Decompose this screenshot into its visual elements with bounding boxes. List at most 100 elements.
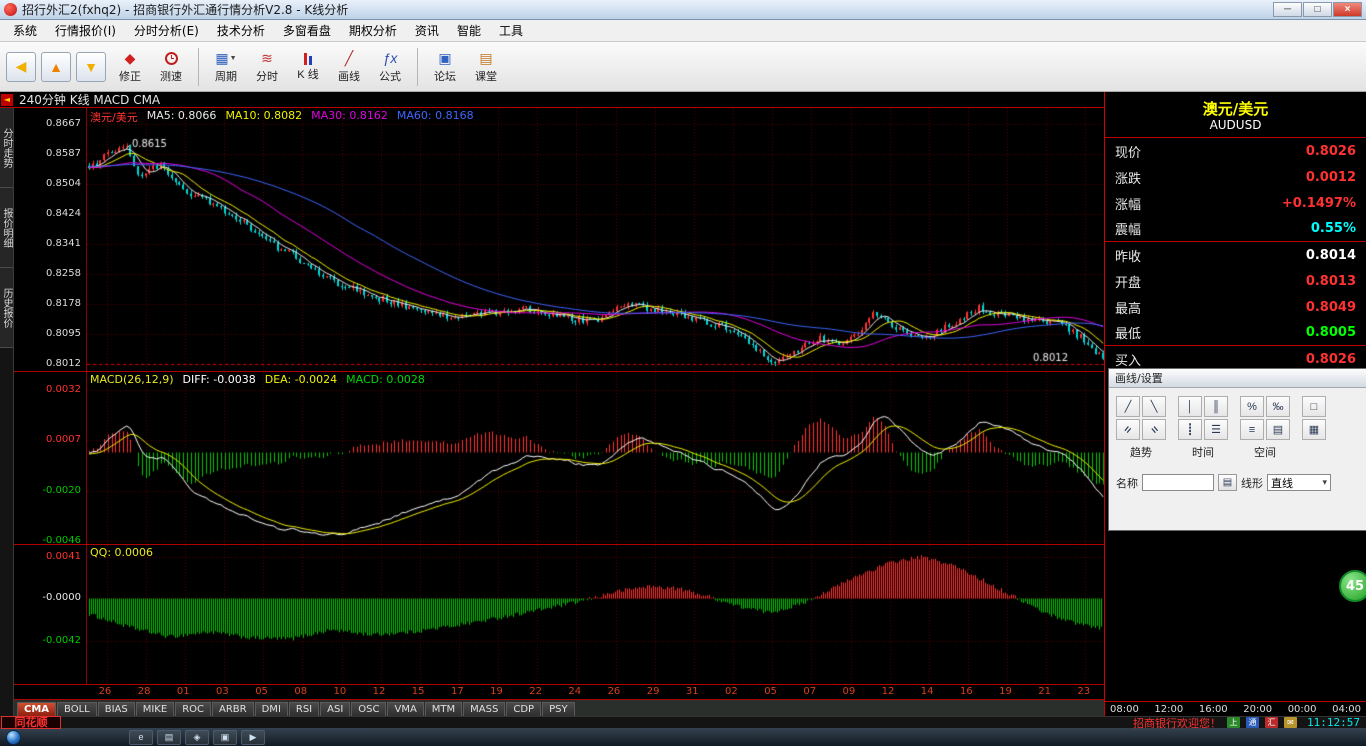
side-tab-history-quotes[interactable]: 历史报价: [0, 268, 13, 348]
time-label: 16:00: [1198, 703, 1228, 715]
y-axis-label: 0.0007: [46, 434, 81, 446]
percent-retrace-tool[interactable]: %: [1240, 396, 1264, 417]
indicator-tab-psy[interactable]: PSY: [542, 702, 575, 716]
indicator-tab-mass[interactable]: MASS: [463, 702, 506, 716]
taskbar-app-4[interactable]: ▣: [213, 729, 237, 745]
indicator-tab-arbr[interactable]: ARBR: [212, 702, 254, 716]
symbol-label: 澳元/美元: [90, 111, 138, 124]
taskbar-app-3[interactable]: ◈: [185, 729, 209, 745]
quote-value-prev-close: 0.8014: [1305, 247, 1356, 263]
menu-tools[interactable]: 工具: [490, 20, 532, 41]
trend-tools-group: ╱ ╲ = = 趋势: [1116, 396, 1166, 460]
menu-options-analysis[interactable]: 期权分析: [340, 20, 406, 41]
classroom-button[interactable]: ▤ 课堂: [467, 45, 505, 89]
menu-intraday-analysis[interactable]: 分时分析(E): [125, 20, 208, 41]
x-axis-label: 05: [764, 686, 777, 697]
period-button[interactable]: ▦ ▼ 周期: [207, 45, 245, 89]
trend-line-down-tool[interactable]: ╲: [1142, 396, 1166, 417]
x-axis-label: 03: [216, 686, 229, 697]
mail-icon[interactable]: ✉: [1284, 717, 1298, 728]
side-tab-quote-detail[interactable]: 报价明细: [0, 188, 13, 268]
note-button[interactable]: ▤: [1218, 474, 1237, 491]
indicator-tab-cdp[interactable]: CDP: [506, 702, 542, 716]
grid-tool[interactable]: ▦: [1302, 419, 1326, 440]
band-tool[interactable]: ▤: [1266, 419, 1290, 440]
macd-info-line: MACD(26,12,9) DIFF: -0.0038 DEA: -0.0024 MA…: [90, 373, 425, 386]
time-label: 12:00: [1154, 703, 1184, 715]
golden-section-tool[interactable]: ‰: [1266, 396, 1290, 417]
trend-group-label: 趋势: [1130, 446, 1152, 459]
kline-button[interactable]: K 线: [289, 45, 327, 89]
price-chart[interactable]: [86, 108, 1104, 371]
intraday-button[interactable]: ≋ 分时: [248, 45, 286, 89]
indicator-tab-osc[interactable]: OSC: [351, 702, 387, 716]
rectangle-tool[interactable]: □: [1302, 396, 1326, 417]
indicator-tab-asi[interactable]: ASI: [320, 702, 351, 716]
correction-button[interactable]: ◆ 修正: [111, 45, 149, 89]
quote-title: 澳元/美元: [1202, 100, 1269, 118]
close-button[interactable]: ×: [1333, 2, 1362, 17]
trend-line-up-tool[interactable]: ╱: [1116, 396, 1140, 417]
start-button[interactable]: [6, 729, 21, 745]
indicator-tab-mtm[interactable]: MTM: [424, 702, 463, 716]
floating-notification-badge[interactable]: 45: [1339, 570, 1366, 602]
indicator-tab-roc[interactable]: ROC: [175, 702, 211, 716]
linetype-select[interactable]: 直线 ▾: [1267, 474, 1331, 491]
price-info-line: 澳元/美元 MA5: 0.8066 MA10: 0.8082 MA30: 0.8162…: [90, 109, 474, 125]
macd-chart[interactable]: [86, 372, 1104, 544]
chart-stack: 0.8667 0.8587 0.8504 0.8424 0.8341 0.8258 0.81…: [14, 108, 1104, 716]
taskbar-app-5[interactable]: ▶: [241, 729, 265, 745]
indicator-tab-dmi[interactable]: DMI: [254, 702, 288, 716]
menu-smart[interactable]: 智能: [448, 20, 490, 41]
side-tab-intraday-trend[interactable]: 分时走势: [0, 108, 13, 188]
menu-multi-window[interactable]: 多窗看盘: [274, 20, 340, 41]
menu-news[interactable]: 资讯: [406, 20, 448, 41]
menu-system[interactable]: 系统: [4, 20, 46, 41]
taskbar-app-browser[interactable]: e: [129, 729, 153, 745]
qq-chart[interactable]: [86, 545, 1104, 684]
nav-down-button[interactable]: ▼: [76, 51, 106, 82]
indicator-tab-vma[interactable]: VMA: [387, 702, 424, 716]
x-axis-label: 26: [607, 686, 621, 697]
forum-button[interactable]: ▣ 论坛: [426, 45, 464, 89]
x-axis-label: 12: [372, 686, 386, 697]
speed-test-button[interactable]: 测速: [152, 45, 190, 89]
vertical-line-tool[interactable]: │: [1178, 396, 1202, 417]
indicator-tab-cma[interactable]: CMA: [17, 702, 57, 716]
quote-label-high: 最高: [1115, 301, 1142, 317]
titlebar: 招行外汇2(fxhq2) - 招商银行外汇通行情分析V2.8 - K线分析 ─ …: [0, 0, 1366, 20]
collapse-sidebar-icon[interactable]: ◄: [1, 93, 13, 106]
gann-time-tool[interactable]: ☰: [1204, 419, 1228, 440]
minimize-button[interactable]: ─: [1273, 2, 1302, 17]
nav-up-button[interactable]: ▲: [41, 51, 71, 82]
time-tools-group: │ ║ ┋ ☰ 时间: [1178, 396, 1228, 460]
time-cycle-tool[interactable]: ┋: [1178, 419, 1202, 440]
menu-technical-analysis[interactable]: 技术分析: [208, 20, 274, 41]
indicator-tab-rsi[interactable]: RSI: [288, 702, 320, 716]
indicator-tab-bias[interactable]: BIAS: [97, 702, 135, 716]
x-axis-label: 12: [881, 686, 895, 697]
time-ruler-tool[interactable]: ║: [1204, 396, 1228, 417]
market-status-icon[interactable]: 上: [1227, 717, 1241, 728]
indicator-tab-mike[interactable]: MIKE: [135, 702, 175, 716]
x-axis-label: 22: [529, 686, 542, 697]
forex-service-icon[interactable]: 汇: [1265, 717, 1279, 728]
indicator-tabs: CMA BOLL BIAS MIKE ROC ARBR DMI RSI ASI OSC VMA MTM…: [14, 700, 1104, 716]
window-controls: ─ □ ×: [1273, 2, 1362, 17]
parallel-lines-down-tool[interactable]: =: [1142, 419, 1166, 440]
indicator-tab-boll[interactable]: BOLL: [57, 702, 97, 716]
menu-quotes[interactable]: 行情报价(I): [46, 20, 125, 41]
formula-button[interactable]: ƒx 公式: [371, 45, 409, 89]
quote-row-change: 涨跌 0.0012: [1105, 164, 1366, 190]
draw-line-button[interactable]: ╱ 画线: [330, 45, 368, 89]
restore-button[interactable]: □: [1303, 2, 1332, 17]
name-input[interactable]: [1142, 474, 1214, 491]
ths-logo[interactable]: 同花顺: [1, 716, 61, 729]
parallel-lines-up-tool[interactable]: =: [1116, 419, 1140, 440]
price-channel-tool[interactable]: ≡: [1240, 419, 1264, 440]
taskbar-app-folder[interactable]: ▤: [157, 729, 181, 745]
nav-back-button[interactable]: ◀: [6, 51, 36, 82]
linetype-label: 线形: [1241, 476, 1263, 490]
dialog-titlebar[interactable]: 画线/设置: [1109, 369, 1366, 388]
connection-icon[interactable]: 通: [1246, 717, 1260, 728]
